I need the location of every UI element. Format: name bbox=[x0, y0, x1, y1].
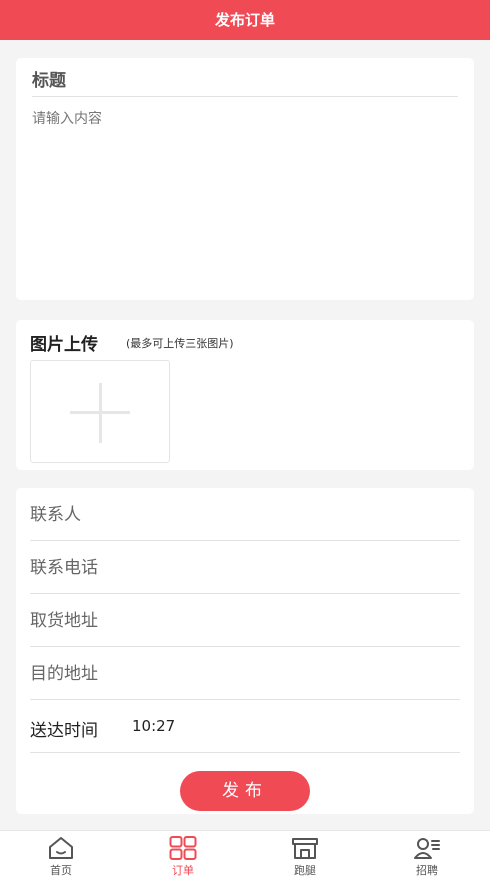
tab-recruit[interactable]: 招聘 bbox=[366, 831, 488, 876]
page-title: 发布订单 bbox=[214, 11, 275, 29]
contact-field[interactable] bbox=[30, 500, 450, 530]
bottom-tab-bar: 首页 订单 跑腿 招聘 bbox=[0, 830, 490, 876]
pickup-address-row bbox=[30, 594, 460, 647]
destination-address-row bbox=[30, 647, 460, 700]
content-textarea[interactable] bbox=[32, 108, 452, 278]
add-image-button[interactable] bbox=[30, 360, 170, 463]
tab-orders-label: 订单 bbox=[172, 864, 194, 876]
image-upload-card: 图片上传 (最多可上传三张图片) bbox=[16, 320, 474, 470]
home-icon bbox=[49, 837, 73, 859]
page-header: 发布订单 bbox=[0, 0, 490, 40]
destination-address-field[interactable] bbox=[30, 659, 450, 689]
tab-home-label: 首页 bbox=[50, 864, 72, 876]
upload-title: 图片上传 bbox=[30, 335, 98, 355]
user-list-icon bbox=[414, 838, 440, 859]
content-title: 标题 bbox=[32, 71, 66, 91]
tab-home[interactable]: 首页 bbox=[0, 831, 122, 876]
order-form-card: 送达时间 10:27 发布 bbox=[16, 488, 474, 814]
delivery-time-label: 送达时间 bbox=[30, 721, 98, 741]
delivery-time-value[interactable]: 10:27 bbox=[132, 717, 175, 735]
contact-row bbox=[30, 488, 460, 541]
divider bbox=[32, 96, 458, 97]
store-icon bbox=[292, 838, 318, 859]
grid-icon bbox=[169, 836, 197, 860]
tab-errands-label: 跑腿 bbox=[294, 864, 316, 876]
phone-field[interactable] bbox=[30, 553, 450, 583]
tab-recruit-label: 招聘 bbox=[416, 864, 438, 876]
content-card: 标题 bbox=[16, 58, 474, 300]
tab-orders[interactable]: 订单 bbox=[122, 831, 244, 876]
phone-row bbox=[30, 541, 460, 594]
upload-hint: (最多可上传三张图片) bbox=[126, 337, 234, 350]
tab-errands[interactable]: 跑腿 bbox=[244, 831, 366, 876]
publish-button[interactable]: 发布 bbox=[180, 771, 310, 811]
pickup-address-field[interactable] bbox=[30, 606, 450, 636]
delivery-time-row[interactable]: 送达时间 10:27 bbox=[30, 700, 460, 753]
plus-icon-vertical bbox=[99, 383, 102, 443]
